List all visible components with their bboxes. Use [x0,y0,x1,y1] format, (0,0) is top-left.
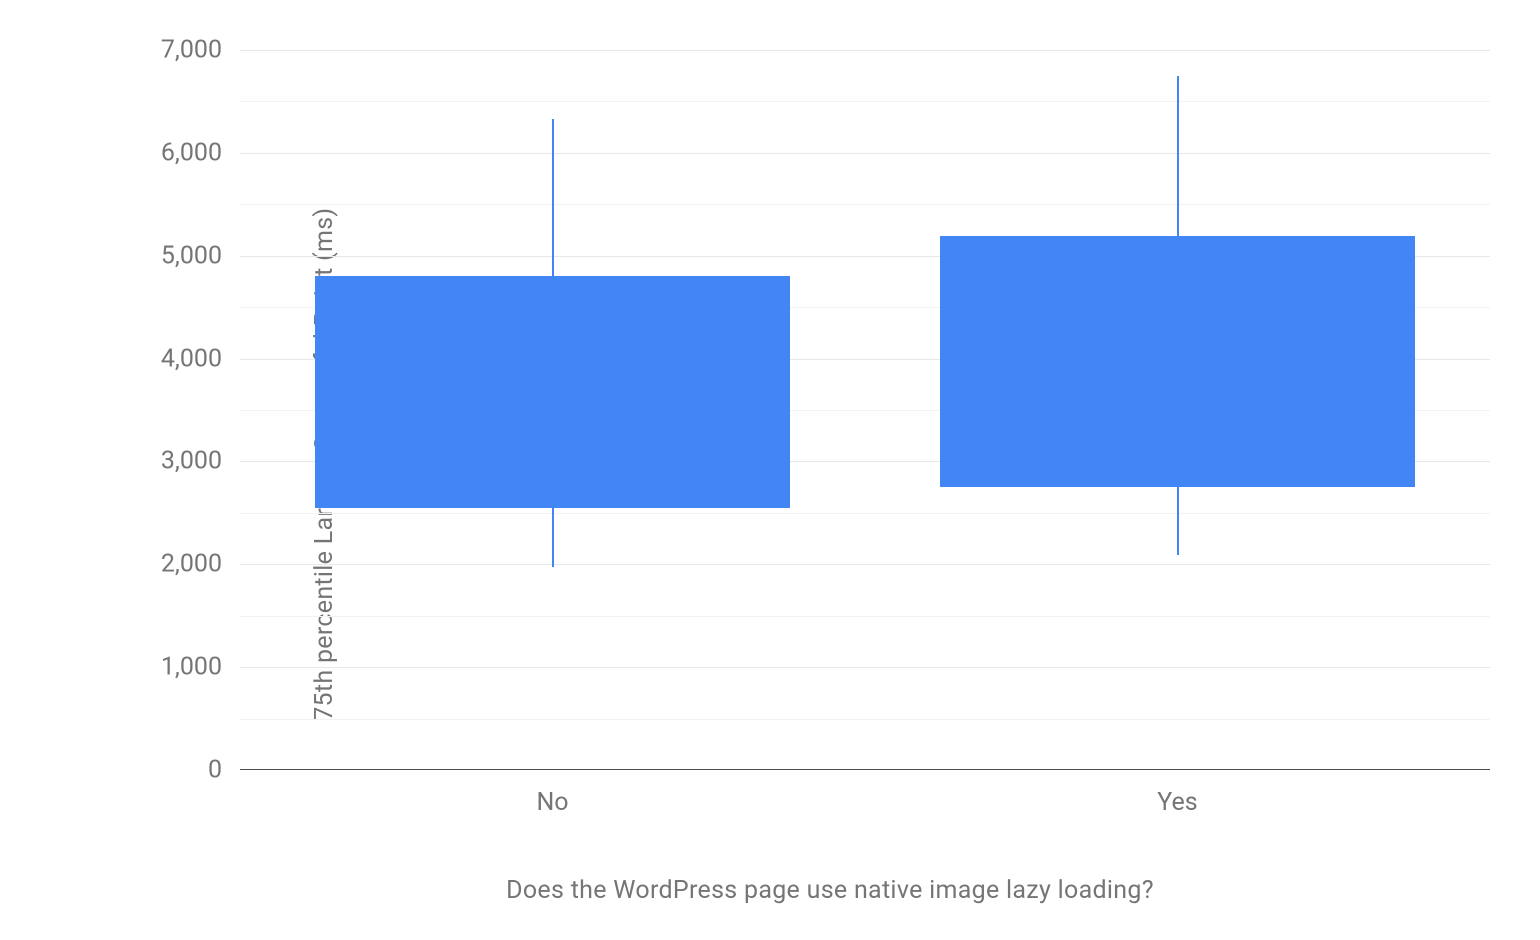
y-tick-label: 0 [208,756,240,785]
box [315,276,790,507]
y-tick-label: 2,000 [161,550,240,579]
box [940,236,1415,487]
gridline-minor [240,204,1490,205]
gridline-minor [240,719,1490,720]
whisker-lower [1177,487,1179,555]
y-tick-label: 5,000 [161,241,240,270]
x-axis-line [240,769,1490,770]
y-tick-label: 3,000 [161,447,240,476]
plot-area: 01,0002,0003,0004,0005,0006,0007,000NoYe… [240,50,1490,770]
gridline-major [240,153,1490,154]
gridline-major [240,667,1490,668]
x-tick-label: No [536,770,568,817]
gridline-minor [240,513,1490,514]
y-tick-label: 4,000 [161,344,240,373]
gridline-minor [240,616,1490,617]
gridline-major [240,50,1490,51]
whisker-upper [552,119,554,276]
gridline-major [240,564,1490,565]
chart-container: 75th percentile Largest Contentful Paint… [50,20,1510,920]
whisker-lower [552,508,554,568]
x-axis-label: Does the WordPress page use native image… [50,876,1510,905]
y-tick-label: 6,000 [161,138,240,167]
y-tick-label: 7,000 [161,36,240,65]
gridline-minor [240,101,1490,102]
x-tick-label: Yes [1157,770,1197,817]
whisker-upper [1177,76,1179,236]
y-tick-label: 1,000 [161,653,240,682]
